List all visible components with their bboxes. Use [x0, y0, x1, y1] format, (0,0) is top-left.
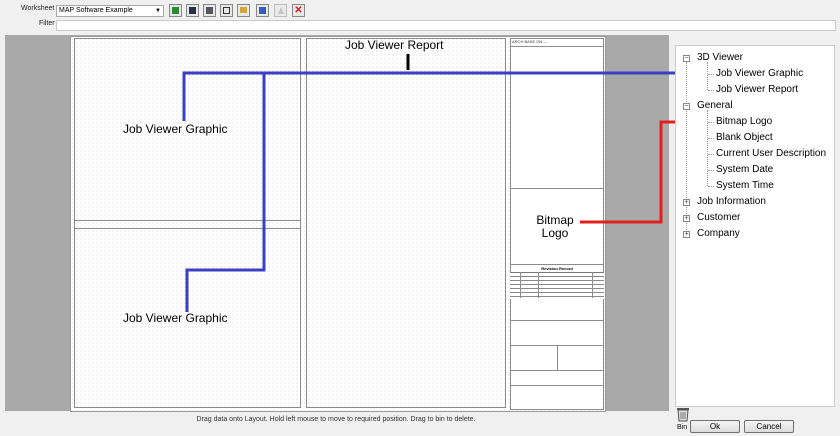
tree-item-job-viewer-report[interactable]: Job Viewer Report [716, 84, 798, 95]
annotation-job-viewer-graphic-top: Job Viewer Graphic [123, 122, 228, 136]
tree-guide [708, 186, 714, 187]
tree-item-3d-viewer[interactable]: 3D Viewer [697, 52, 743, 63]
cancel-button[interactable]: Cancel [744, 420, 794, 433]
annotation-job-viewer-report: Job Viewer Report [345, 38, 444, 52]
tree-guide [708, 170, 714, 171]
tree-item-job-information[interactable]: Job Information [697, 196, 766, 207]
tree-guide [708, 154, 714, 155]
annotation-bitmap-logo: Bitmap Logo [536, 213, 574, 240]
bin-label: Bin [677, 424, 688, 431]
collapse-icon[interactable]: − [683, 103, 690, 110]
tree-item-job-viewer-graphic[interactable]: Job Viewer Graphic [716, 68, 803, 79]
tree-item-bitmap-logo[interactable]: Bitmap Logo [716, 116, 772, 127]
tree-item-customer[interactable]: Customer [697, 212, 740, 223]
annotation-job-viewer-graphic-bottom: Job Viewer Graphic [123, 311, 228, 325]
tree-item-general[interactable]: General [697, 100, 733, 111]
tree-guide [707, 62, 708, 90]
tree-guide [708, 122, 714, 123]
blue-connector-top [182, 71, 705, 121]
tree-guide [708, 90, 714, 91]
expand-icon[interactable]: + [683, 215, 690, 222]
status-text: Drag data onto Layout. Hold left mouse t… [196, 416, 476, 423]
tree-item-blank-object[interactable]: Blank Object [716, 132, 773, 143]
tree-item-system-time[interactable]: System Time [716, 180, 774, 191]
bin-icon[interactable] [676, 406, 690, 422]
tree-item-system-date[interactable]: System Date [716, 164, 773, 175]
blue-connector-bottom [185, 73, 266, 312]
tree-guide [708, 74, 714, 75]
tree-item-company[interactable]: Company [697, 228, 740, 239]
tree-guide [686, 62, 687, 234]
tree-guide [708, 138, 714, 139]
expand-icon[interactable]: + [683, 199, 690, 206]
expand-icon[interactable]: + [683, 231, 690, 238]
ok-button[interactable]: Ok [690, 420, 740, 433]
collapse-icon[interactable]: − [683, 55, 690, 62]
tree-item-current-user-description[interactable]: Current User Description [716, 148, 826, 159]
